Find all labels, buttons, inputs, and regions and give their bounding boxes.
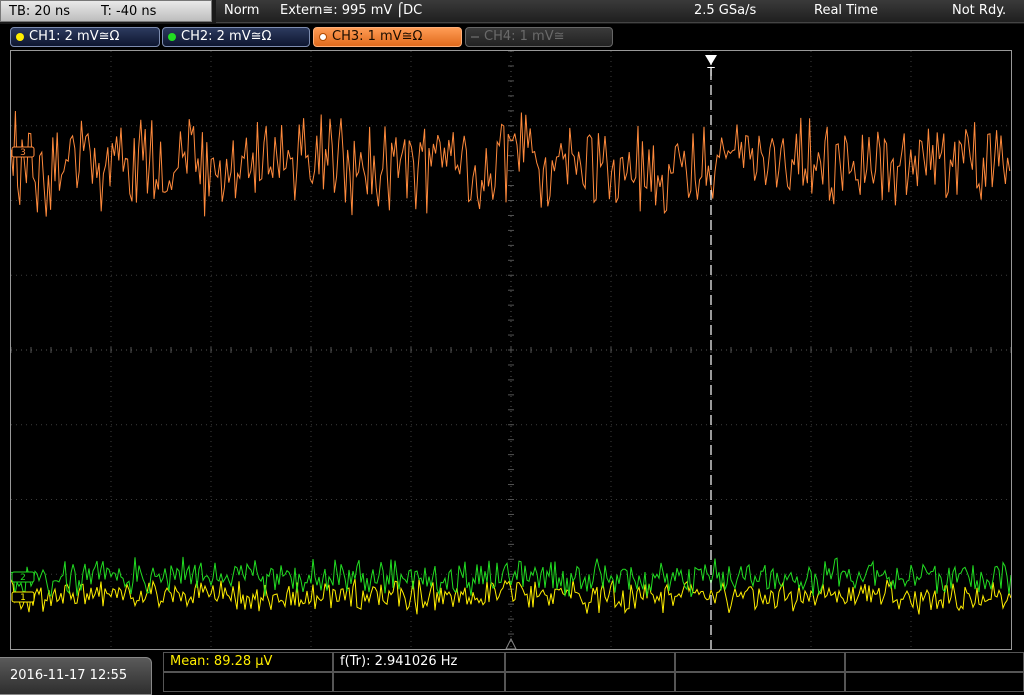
waveform-canvas: T 3 2 1	[11, 51, 1011, 649]
measurement-slot-3[interactable]	[505, 652, 675, 672]
ch3-offset-marker[interactable]: 3	[11, 146, 35, 158]
measurement-slot-4[interactable]	[675, 652, 845, 672]
ch3-indicator-icon	[319, 33, 327, 41]
graticule	[11, 51, 1011, 649]
trigger-source: Extern≅: 995 mV ⌠DC	[280, 3, 423, 18]
bottom-position-arrow-icon	[505, 637, 517, 649]
tab-ch1[interactable]: CH1: 2 mV≅Ω	[10, 27, 160, 47]
ch1-offset-marker[interactable]: 1	[11, 591, 35, 603]
tab-ch4[interactable]: CH4: 1 mV≅	[465, 27, 613, 47]
acquisition-mode: Real Time	[814, 3, 878, 18]
ch3-marker-label: 3	[20, 148, 26, 158]
sample-rate: 2.5 GSa/s	[694, 3, 757, 18]
datetime: 2016-11-17 12:55	[10, 668, 128, 683]
tab-ch3-label: CH3: 1 mV≅Ω	[332, 29, 423, 44]
datetime-box[interactable]: 2016-11-17 12:55	[0, 657, 152, 695]
measurement-slot-5[interactable]	[845, 652, 1024, 672]
ch1-marker-label: 1	[20, 593, 26, 603]
bottom-bar: 2016-11-17 12:55 Mean: 89.28 µV f(Tr): 2…	[0, 651, 1024, 695]
measurement-slot-9[interactable]	[675, 672, 845, 692]
measurement-slot-6[interactable]	[163, 672, 333, 692]
tab-ch4-label: CH4: 1 mV≅	[484, 29, 565, 44]
waveform-display[interactable]: T 3 2 1	[10, 50, 1012, 650]
top-status-bar: TB: 20 ns T: -40 ns Norm Extern≅: 995 mV…	[0, 0, 1024, 24]
tab-ch1-label: CH1: 2 mV≅Ω	[29, 29, 120, 44]
mean-value: Mean: 89.28 µV	[170, 654, 273, 669]
ch2-offset-marker[interactable]: 2	[11, 571, 35, 583]
timebase-box[interactable]: TB: 20 ns T: -40 ns	[0, 0, 212, 22]
trigger-arrow-icon[interactable]	[705, 55, 717, 65]
measurement-frequency[interactable]: f(Tr): 2.941026 Hz	[333, 652, 505, 672]
measurement-slot-8[interactable]	[505, 672, 675, 692]
trigger-time-value: T: -40 ns	[101, 4, 157, 19]
channel-tabs: CH1: 2 mV≅Ω CH2: 2 mV≅Ω CH3: 1 mV≅Ω CH4:…	[0, 24, 1024, 50]
tab-ch2[interactable]: CH2: 2 mV≅Ω	[162, 27, 310, 47]
timebase-value: TB: 20 ns	[9, 4, 71, 19]
measurement-slot-7[interactable]	[333, 672, 505, 692]
acquisition-status: Not Rdy.	[952, 3, 1007, 18]
tab-ch3[interactable]: CH3: 1 mV≅Ω	[313, 27, 462, 47]
ch4-off-icon	[471, 36, 479, 38]
frequency-value: f(Tr): 2.941026 Hz	[340, 654, 458, 669]
trigger-mode: Norm	[224, 3, 260, 18]
ch1-indicator-icon	[16, 33, 24, 41]
measurement-mean[interactable]: Mean: 89.28 µV	[163, 652, 333, 672]
ch2-indicator-icon	[168, 33, 176, 41]
measurement-slot-10[interactable]	[845, 672, 1024, 692]
tab-ch2-label: CH2: 2 mV≅Ω	[181, 29, 272, 44]
trigger-status-bar[interactable]: Norm Extern≅: 995 mV ⌠DC 2.5 GSa/s Real …	[216, 0, 1024, 23]
trigger-marker-label: T	[706, 65, 715, 79]
ch2-marker-label: 2	[20, 573, 26, 583]
